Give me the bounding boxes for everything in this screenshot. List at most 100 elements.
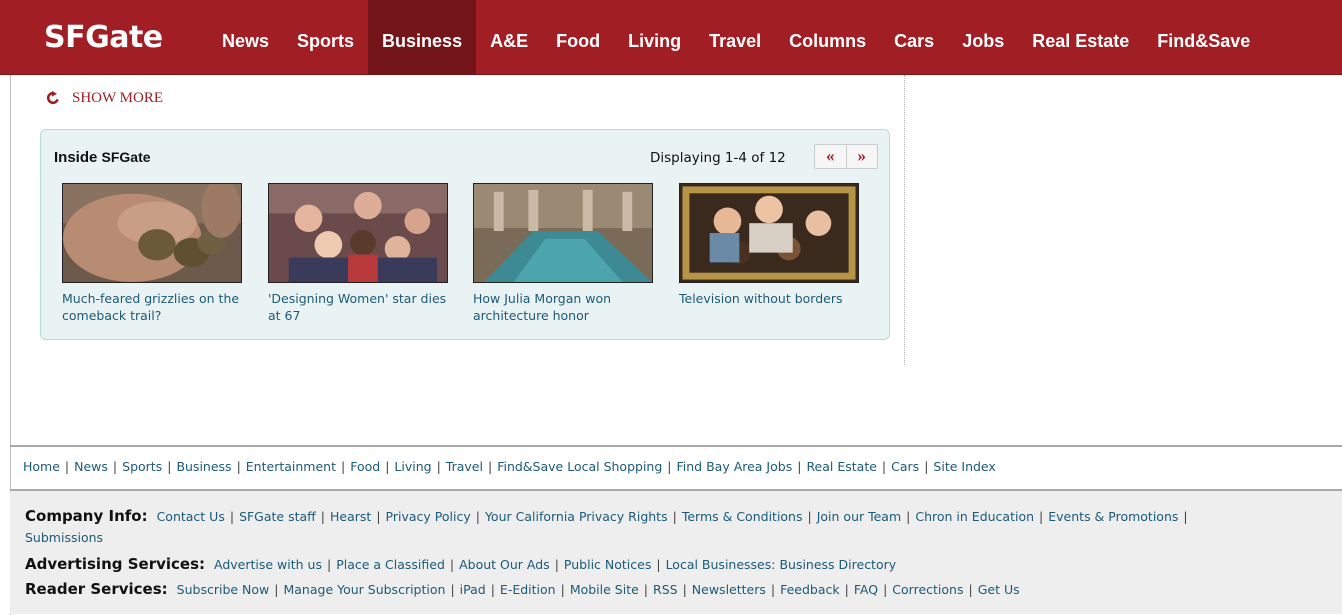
footer-link[interactable]: Chron in Education (915, 509, 1034, 524)
link-separator: | (672, 509, 677, 524)
footer-top-rule (10, 445, 1342, 447)
company-info-label: Company Info: (25, 507, 148, 525)
link-separator: | (64, 459, 70, 474)
footer-link[interactable]: Living (394, 459, 431, 474)
link-separator: | (229, 509, 235, 524)
reader-services-row: Reader Services: Subscribe Now | Manage Yo… (25, 579, 1020, 600)
nav-item-cars[interactable]: Cars (880, 0, 948, 75)
link-separator: | (1183, 509, 1188, 524)
carousel-next-button[interactable]: » (845, 145, 878, 168)
footer-link[interactable]: Travel (446, 459, 483, 474)
footer-link[interactable]: Your California Privacy Rights (485, 509, 668, 524)
link-separator: | (450, 582, 455, 597)
link-separator: | (436, 459, 441, 474)
television-frame-photo[interactable] (679, 183, 859, 283)
nav-item-sports[interactable]: Sports (283, 0, 368, 75)
inside-sfgate-title: Inside SFGate (54, 149, 151, 166)
link-separator: | (560, 582, 565, 597)
nav-item-real-estate[interactable]: Real Estate (1018, 0, 1143, 75)
footer-link[interactable]: Cars (891, 459, 919, 474)
grizzly-acorns-photo[interactable] (62, 183, 242, 283)
footer-link[interactable]: Corrections (892, 582, 963, 597)
nav-menu: News Sports Business A&E Food Living Travel Col… (208, 0, 1264, 75)
footer-link[interactable]: Manage Your Subscription (283, 582, 445, 597)
inside-item-caption[interactable]: How Julia Morgan won architecture honor (473, 290, 653, 324)
nav-item-food[interactable]: Food (542, 0, 614, 75)
pool-photo[interactable] (473, 183, 653, 283)
footer-link[interactable]: RSS (653, 582, 678, 597)
reader-services-label: Reader Services: (25, 580, 168, 598)
link-separator: | (320, 509, 326, 524)
link-separator: | (340, 459, 346, 474)
link-separator: | (682, 582, 687, 597)
inside-item-caption[interactable]: 'Designing Women' star dies at 67 (268, 290, 448, 324)
footer-link[interactable]: Public Notices (564, 557, 651, 572)
link-separator: | (487, 459, 493, 474)
footer-link[interactable]: Entertainment (246, 459, 336, 474)
nav-item-travel[interactable]: Travel (695, 0, 775, 75)
footer-link[interactable]: E-Edition (500, 582, 556, 597)
link-separator: | (385, 459, 390, 474)
link-separator: | (490, 582, 495, 597)
inside-item[interactable]: How Julia Morgan won architecture honor (473, 183, 653, 324)
footer-link[interactable]: Events & Promotions (1048, 509, 1178, 524)
nav-item-jobs[interactable]: Jobs (948, 0, 1018, 75)
footer-link[interactable]: Place a Classified (336, 557, 445, 572)
sfgate-logo[interactable]: SFGate (44, 20, 163, 56)
nav-item-news[interactable]: News (208, 0, 283, 75)
nav-item-find-save[interactable]: Find&Save (1143, 0, 1264, 75)
designing-women-photo[interactable] (268, 183, 448, 283)
inside-item-caption[interactable]: Much-feared grizzlies on the comeback tr… (62, 290, 242, 324)
refresh-icon (46, 91, 59, 105)
company-info-overflow-row: Submissions (25, 528, 103, 548)
footer-link[interactable]: About Our Ads (459, 557, 550, 572)
footer-link[interactable]: FAQ (854, 582, 878, 597)
inside-item[interactable]: 'Designing Women' star dies at 67 (268, 183, 448, 324)
footer-link[interactable]: Find Bay Area Jobs (677, 459, 793, 474)
nav-item-living[interactable]: Living (614, 0, 695, 75)
footer-link[interactable]: Local Businesses: Business Directory (666, 557, 897, 572)
footer-link[interactable]: Find&Save Local Shopping (497, 459, 662, 474)
link-separator: | (656, 557, 661, 572)
link-separator: | (881, 459, 887, 474)
footer-link[interactable]: Business (176, 459, 231, 474)
link-separator: | (924, 459, 929, 474)
nav-item-business[interactable]: Business (368, 0, 477, 75)
link-separator: | (906, 509, 911, 524)
footer-link[interactable]: Newsletters (692, 582, 766, 597)
footer-link[interactable]: Subscribe Now (177, 582, 270, 597)
advertising-services-row: Advertising Services: Advertise with us |… (25, 554, 896, 575)
link-separator: | (667, 459, 672, 474)
footer-link[interactable]: Site Index (933, 459, 995, 474)
carousel-prev-button[interactable]: « (815, 145, 846, 168)
footer-link[interactable]: Get Us (978, 582, 1020, 597)
inside-title-prefix: Inside (54, 149, 98, 166)
footer-link[interactable]: Home (23, 459, 60, 474)
inside-item[interactable]: Much-feared grizzlies on the comeback tr… (62, 183, 242, 324)
footer-link[interactable]: Feedback (780, 582, 840, 597)
footer-link[interactable]: Advertise with us (214, 557, 322, 572)
nav-item-a-e[interactable]: A&E (476, 0, 542, 75)
footer-link[interactable]: News (74, 459, 108, 474)
link-separator: | (449, 557, 455, 572)
show-more-label: SHOW MORE (72, 90, 163, 106)
footer-link[interactable]: Sports (122, 459, 162, 474)
footer-link[interactable]: Terms & Conditions (682, 509, 803, 524)
footer-link[interactable]: Privacy Policy (386, 509, 471, 524)
show-more-link[interactable]: SHOW MORE (46, 88, 163, 108)
footer-link[interactable]: Mobile Site (570, 582, 639, 597)
footer-link[interactable]: Food (350, 459, 380, 474)
footer-link[interactable]: Real Estate (806, 459, 876, 474)
footer-link[interactable]: Contact Us (157, 509, 225, 524)
link-separator: | (968, 582, 973, 597)
nav-item-columns[interactable]: Columns (775, 0, 880, 75)
footer-link[interactable]: Join our Team (817, 509, 901, 524)
footer-link[interactable]: SFGate staff (239, 509, 316, 524)
inside-item-caption[interactable]: Television without borders (679, 290, 859, 307)
footer-link[interactable]: Submissions (25, 530, 103, 545)
footer-link[interactable]: Hearst (330, 509, 371, 524)
link-separator: | (326, 557, 332, 572)
carousel-pager: « » (814, 144, 878, 169)
inside-item[interactable]: Television without borders (679, 183, 859, 307)
footer-link[interactable]: iPad (460, 582, 486, 597)
